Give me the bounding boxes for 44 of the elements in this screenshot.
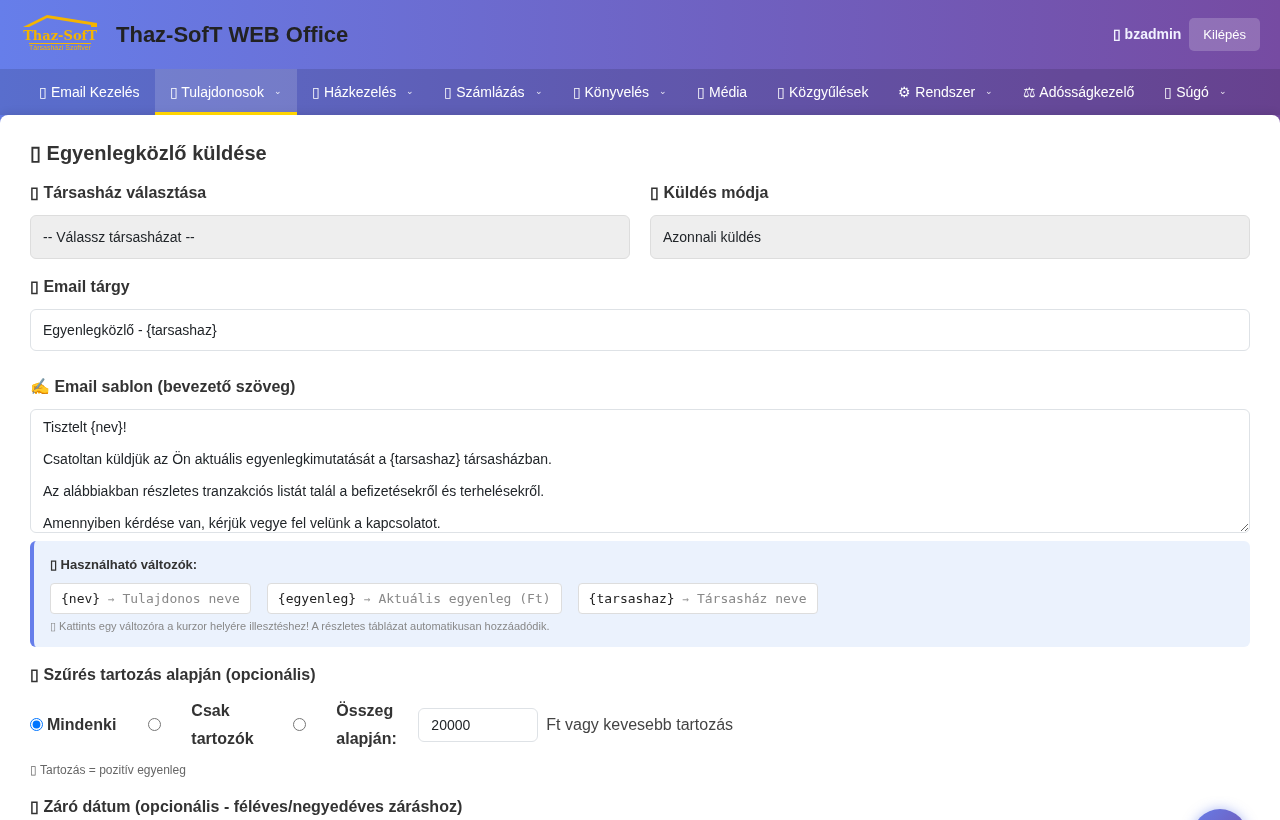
nav-tab[interactable]: ⚖ Adósságkezelő <box>1008 69 1150 115</box>
radio-button[interactable] <box>148 718 162 731</box>
radio-button[interactable] <box>293 718 307 731</box>
nav-tab[interactable]: ▯ Házkezelés ⌄ <box>297 69 430 115</box>
nav-tab[interactable]: ▯ Média <box>682 69 763 115</box>
note-text: ▯ Tartozás = pozitív egyenleg <box>30 761 187 779</box>
field-label: ▯ Szűrés tartozás alapján (opcionális) <box>30 664 316 685</box>
field-label: ▯ Társasház választása <box>30 183 207 203</box>
caret-icon: ⌄ <box>274 85 282 99</box>
caret-icon: ⌄ <box>659 85 668 99</box>
username: ▯ bzadmin <box>1112 25 1182 44</box>
subject-field[interactable]: Egyenlegközlő - {tarsashaz} <box>30 309 1250 351</box>
nav-tab[interactable]: ▯ Könyvelés ⌄ <box>557 69 683 115</box>
caret-icon: ⌄ <box>985 85 994 99</box>
option-label: Mindenki <box>47 714 117 735</box>
variable-chip[interactable]: {tarsashaz} → Társasház neve <box>577 582 818 614</box>
app-title: Thaz-SofT WEB Office <box>116 21 349 49</box>
nav-tab[interactable]: ⚙ Rendszer ⌄ <box>883 69 1009 115</box>
logout-button[interactable]: Kilépés <box>1189 17 1260 52</box>
page-title: ▯ Egyenlegközlő küldése <box>30 141 268 165</box>
hint-text: ▯ Kattints egy változóra a kurzor helyére illesztéshez! A részletes táblázat automatikusan hozzáadódik. <box>50 619 551 634</box>
option-label: Csak tartozók <box>191 700 255 749</box>
field-label: ✍ Email sablon (bevezető szöveg) <box>30 377 296 397</box>
field-label: ▯ Küldés módja <box>650 183 769 203</box>
variable-chip[interactable]: {egyenleg} → Aktuális egyenleg (Ft) <box>266 582 562 614</box>
nav-tab[interactable]: ▯ Súgó ⌄ <box>1149 69 1242 115</box>
caret-icon: ⌄ <box>534 85 543 99</box>
suffix-text: Ft vagy kevesebb tartozás <box>546 714 734 735</box>
nav-tab[interactable]: ▯ Email Kezelés <box>24 69 155 115</box>
nav-tab[interactable]: ▯ Közgyűlések <box>762 69 884 115</box>
house-select[interactable]: -- Válassz társasházat -- <box>30 215 630 259</box>
panel-title: ▯ Használható változók: <box>50 556 199 574</box>
nav-tab[interactable]: ▯ Tulajdonosok ⌄ <box>154 69 297 115</box>
send-mode-select[interactable]: Azonnali küldés <box>650 215 1250 259</box>
field-label: ▯ Email tárgy <box>30 277 130 297</box>
field-label: ▯ Záró dátum (opcionális - féléves/negyedéves záráshoz) <box>30 796 463 817</box>
template-textarea[interactable]: Tisztelt {nev}! Csatoltan küldjük az Ön aktuális egyenlegkimutatását a {tarsashaz} társasházban. Az alábbiakban részletes tranzakciós listát talál a befizetésekről és terhelésekről. Amennyiben kérdése van, kérjük vegye fel velünk a kapcsolatot. <box>30 409 1250 533</box>
radio-button[interactable] <box>30 718 43 731</box>
caret-icon: ⌄ <box>406 85 415 99</box>
nav-tab[interactable]: ▯ Számlázás ⌄ <box>429 69 558 115</box>
variable-chip[interactable]: {nev} → Tulajdonos neve <box>50 582 251 614</box>
option-label: Összeg alapján: <box>336 700 398 749</box>
amount-field[interactable]: 20000 <box>418 707 539 742</box>
caret-icon: ⌄ <box>1218 85 1227 99</box>
